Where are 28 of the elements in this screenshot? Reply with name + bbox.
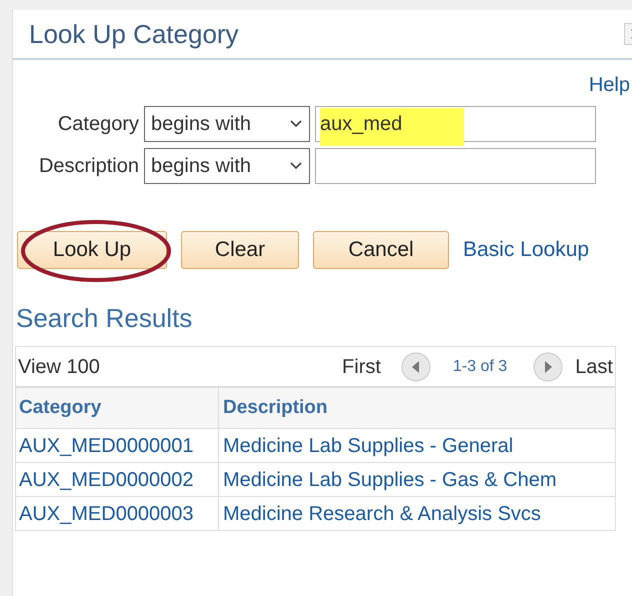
view-all-link[interactable]: View 100 [18, 352, 100, 382]
last-link[interactable]: Last [575, 352, 613, 382]
basic-lookup-link[interactable]: Basic Lookup [463, 234, 590, 266]
caret-icon [289, 119, 303, 129]
caret-icon [289, 161, 303, 171]
column-header: Category [16, 388, 219, 428]
lookup-button[interactable]: Look Up [17, 231, 167, 269]
dialog-title: Look Up Category [29, 18, 239, 50]
operator-dropdown[interactable]: begins with [144, 148, 310, 184]
table-cell[interactable]: AUX_MED0000002 [16, 463, 219, 496]
section-title: Search Results [16, 302, 194, 335]
operator-dropdown[interactable]: begins with [144, 106, 310, 142]
previous-icon[interactable] [400, 352, 431, 382]
table-cell[interactable]: Medicine Lab Supplies - Gas & Chem [219, 463, 615, 496]
next-icon[interactable] [533, 352, 564, 382]
table-cell[interactable]: Medicine Research & Analysis Svcs [219, 497, 615, 530]
input-field[interactable] [315, 148, 596, 184]
clear-button[interactable]: Clear [181, 231, 299, 269]
first-link[interactable]: First [342, 352, 381, 382]
cancel-button[interactable]: Cancel [313, 231, 449, 269]
page-range: 1-3 of 3 [452, 356, 508, 376]
field-label: Category [56, 112, 139, 137]
help-link[interactable]: Help [588, 70, 630, 100]
column-header: Description [219, 388, 615, 428]
field-label: Description [38, 154, 139, 179]
table-cell[interactable]: Medicine Lab Supplies - General [219, 429, 615, 462]
table-cell[interactable]: AUX_MED0000003 [16, 497, 219, 530]
table-cell[interactable]: AUX_MED0000001 [16, 429, 219, 462]
